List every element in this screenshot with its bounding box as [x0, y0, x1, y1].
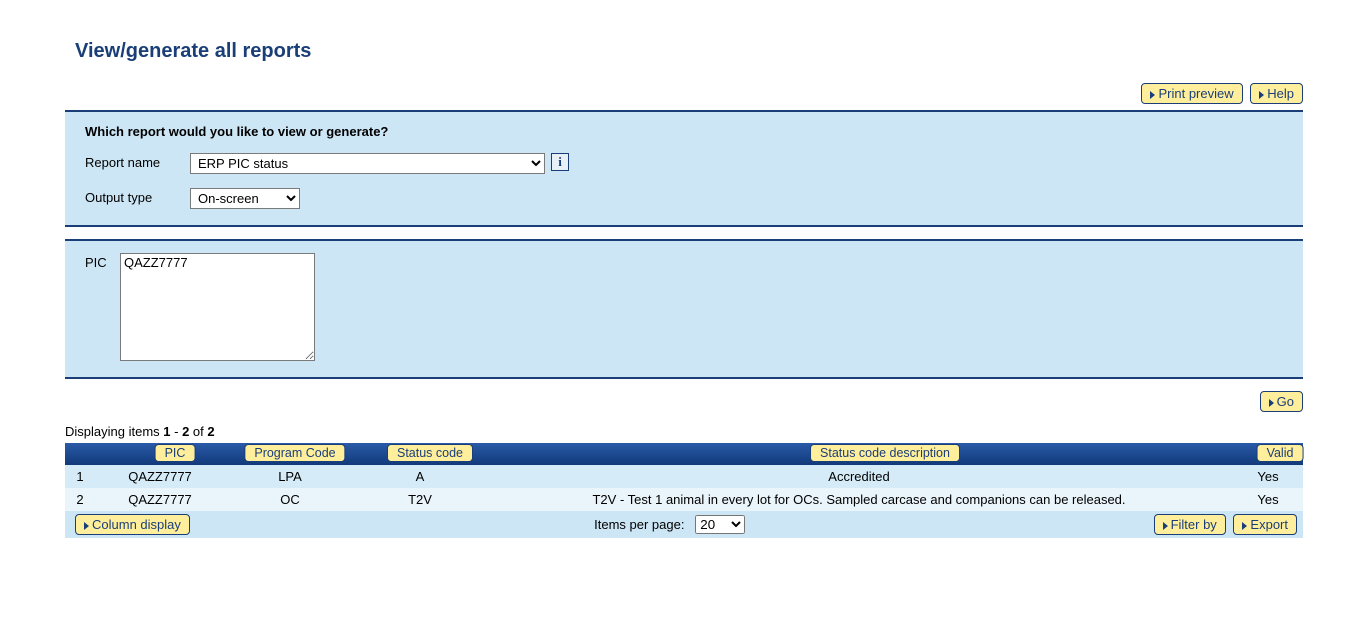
cell-valid: Yes — [1233, 488, 1303, 511]
cell-pic: QAZZ7777 — [95, 488, 225, 511]
filter-by-label: Filter by — [1171, 517, 1217, 532]
report-name-select[interactable]: ERP PIC status — [190, 153, 545, 174]
play-icon — [1163, 522, 1168, 530]
help-button[interactable]: Help — [1250, 83, 1303, 104]
play-icon — [1269, 399, 1274, 407]
play-icon — [1150, 91, 1155, 99]
results-footer: Column display Items per page: 20 Filter… — [65, 511, 1303, 538]
report-name-label: Report name — [85, 153, 190, 170]
print-preview-button[interactable]: Print preview — [1141, 83, 1242, 104]
page-title: View/generate all reports — [75, 40, 1338, 63]
filter-by-button[interactable]: Filter by — [1154, 514, 1226, 535]
output-type-select[interactable]: On-screen — [190, 188, 300, 209]
print-preview-label: Print preview — [1158, 86, 1233, 101]
results-area: Displaying items 1 - 2 of 2 PIC Program … — [65, 424, 1303, 538]
help-label: Help — [1267, 86, 1294, 101]
export-button[interactable]: Export — [1233, 514, 1297, 535]
report-selection-panel: Which report would you like to view or g… — [65, 110, 1303, 227]
col-head-status[interactable]: Status code — [387, 444, 473, 462]
col-head-desc[interactable]: Status code description — [810, 444, 960, 462]
pic-panel: PIC — [65, 239, 1303, 379]
column-display-label: Column display — [92, 517, 181, 532]
play-icon — [1242, 522, 1247, 530]
results-table: 1 QAZZ7777 LPA A Accredited Yes 2 QAZZ77… — [65, 465, 1303, 511]
panel-question: Which report would you like to view or g… — [85, 124, 1283, 139]
play-icon — [84, 522, 89, 530]
cell-program: OC — [225, 488, 355, 511]
pic-textarea[interactable] — [120, 253, 315, 361]
items-per-page-select[interactable]: 20 — [695, 515, 745, 534]
results-header-bar: PIC Program Code Status code Status code… — [65, 443, 1303, 465]
go-label: Go — [1277, 394, 1294, 409]
cell-status: T2V — [355, 488, 485, 511]
cell-desc: Accredited — [485, 465, 1233, 488]
cell-desc: T2V - Test 1 animal in every lot for OCs… — [485, 488, 1233, 511]
cell-valid: Yes — [1233, 465, 1303, 488]
cell-status: A — [355, 465, 485, 488]
pic-label: PIC — [85, 253, 120, 270]
table-row: 2 QAZZ7777 OC T2V T2V - Test 1 animal in… — [65, 488, 1303, 511]
col-head-pic[interactable]: PIC — [155, 444, 196, 462]
col-head-valid[interactable]: Valid — [1257, 444, 1304, 462]
cell-index: 1 — [65, 465, 95, 488]
cell-pic: QAZZ7777 — [95, 465, 225, 488]
export-label: Export — [1250, 517, 1288, 532]
table-row: 1 QAZZ7777 LPA A Accredited Yes — [65, 465, 1303, 488]
info-icon[interactable]: i — [551, 153, 569, 171]
play-icon — [1259, 91, 1264, 99]
items-per-page-label: Items per page: — [594, 517, 684, 532]
go-button[interactable]: Go — [1260, 391, 1303, 412]
display-count: Displaying items 1 - 2 of 2 — [65, 424, 1303, 439]
cell-program: LPA — [225, 465, 355, 488]
cell-index: 2 — [65, 488, 95, 511]
output-type-label: Output type — [85, 188, 190, 205]
column-display-button[interactable]: Column display — [75, 514, 190, 535]
col-head-program[interactable]: Program Code — [244, 444, 345, 462]
